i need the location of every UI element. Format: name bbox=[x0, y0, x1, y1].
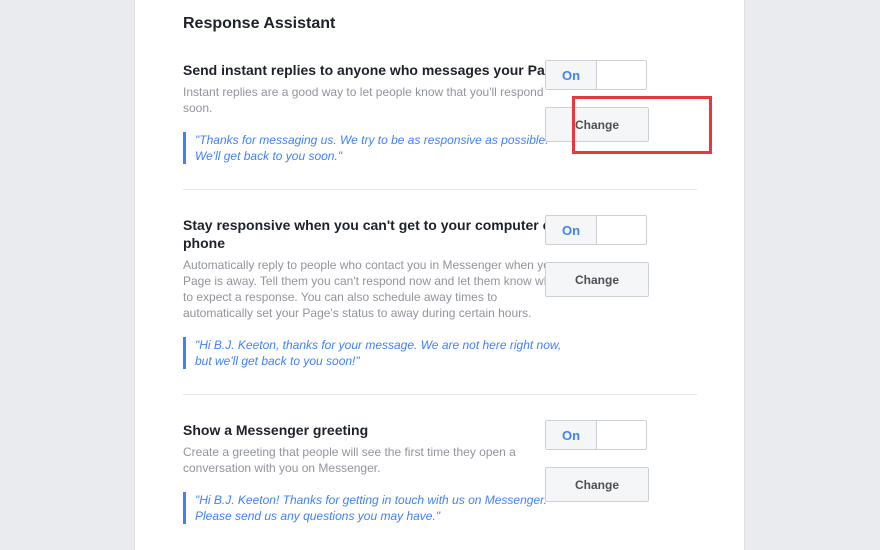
toggle-on-label[interactable]: On bbox=[546, 61, 597, 89]
away-messages-change-button[interactable]: Change bbox=[545, 262, 649, 297]
section-description: Automatically reply to people who contac… bbox=[183, 258, 564, 320]
highlight-box bbox=[572, 96, 712, 154]
toggle-off-area[interactable] bbox=[597, 421, 646, 449]
messenger-greeting-change-button[interactable]: Change bbox=[545, 467, 649, 502]
messenger-greeting-toggle[interactable]: On bbox=[545, 420, 647, 450]
section-title: Stay responsive when you can't get to yo… bbox=[183, 217, 557, 251]
divider bbox=[183, 189, 697, 190]
page-title: Response Assistant bbox=[183, 15, 336, 32]
section-quote: "Thanks for messaging us. We try to be a… bbox=[183, 132, 575, 164]
divider bbox=[183, 394, 697, 395]
section-description: Create a greeting that people will see t… bbox=[183, 445, 516, 475]
response-assistant-panel: Response Assistant Send instant replies … bbox=[134, 0, 745, 550]
toggle-on-label[interactable]: On bbox=[546, 216, 597, 244]
toggle-on-label[interactable]: On bbox=[546, 421, 597, 449]
toggle-off-area[interactable] bbox=[597, 61, 646, 89]
away-messages-toggle[interactable]: On bbox=[545, 215, 647, 245]
section-title: Send instant replies to anyone who messa… bbox=[183, 62, 562, 78]
section-description: Instant replies are a good way to let pe… bbox=[183, 85, 544, 115]
section-quote: "Hi B.J. Keeton, thanks for your message… bbox=[183, 337, 575, 369]
section-quote: "Hi B.J. Keeton! Thanks for getting in t… bbox=[183, 492, 575, 524]
toggle-off-area[interactable] bbox=[597, 216, 646, 244]
instant-replies-toggle[interactable]: On bbox=[545, 60, 647, 90]
section-title: Show a Messenger greeting bbox=[183, 422, 369, 438]
